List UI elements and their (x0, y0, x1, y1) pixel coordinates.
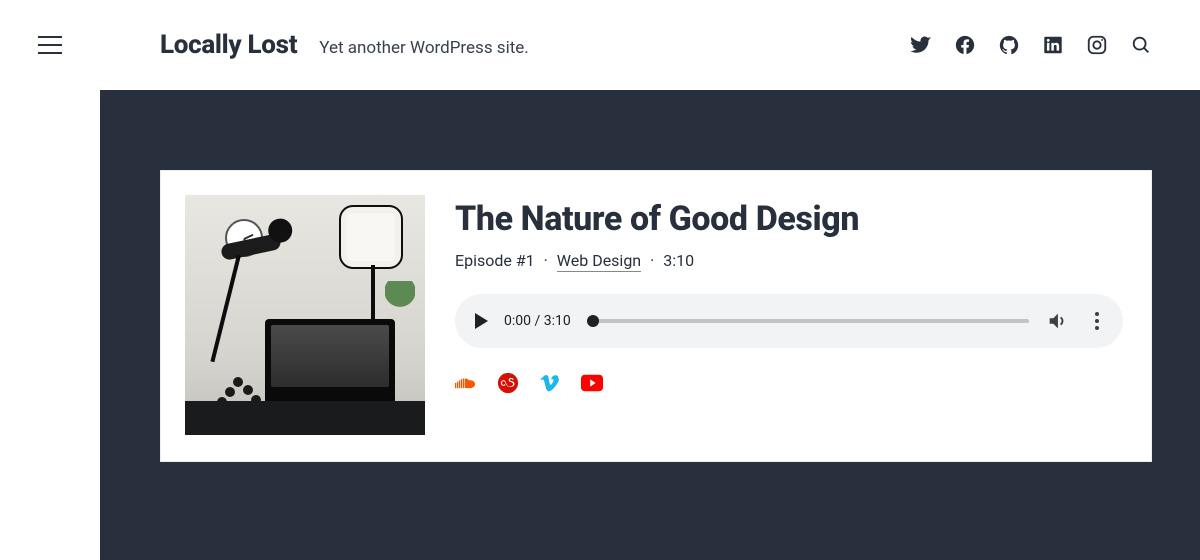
site-title[interactable]: Locally Lost (160, 30, 297, 60)
lastfm-link[interactable] (497, 372, 519, 394)
instagram-icon (1086, 34, 1108, 56)
facebook-link[interactable] (954, 34, 976, 56)
time-total: 3:10 (544, 313, 571, 329)
episode-meta: Episode #1 · Web Design · 3:10 (455, 251, 1123, 270)
episode-thumbnail (185, 195, 425, 435)
header-social (910, 34, 1152, 56)
volume-icon (1046, 310, 1068, 332)
facebook-icon (954, 34, 976, 56)
episode-title[interactable]: The Nature of Good Design (455, 199, 1123, 239)
hamburger-icon (38, 36, 62, 54)
linkedin-link[interactable] (1042, 34, 1064, 56)
play-button[interactable] (475, 313, 488, 329)
separator: · (539, 251, 553, 270)
instagram-link[interactable] (1086, 34, 1108, 56)
youtube-link[interactable] (581, 372, 603, 394)
youtube-icon (581, 374, 603, 392)
menu-button[interactable] (0, 0, 100, 90)
search-button[interactable] (1130, 34, 1152, 56)
separator: · (645, 251, 659, 270)
episode-card: The Nature of Good Design Episode #1 · W… (160, 170, 1152, 462)
twitter-icon (910, 34, 932, 56)
episode-content: The Nature of Good Design Episode #1 · W… (449, 171, 1151, 461)
github-icon (998, 34, 1020, 56)
seek-track[interactable] (587, 319, 1029, 323)
time-current: 0:00 (504, 313, 531, 329)
episode-share (455, 372, 1123, 394)
lastfm-icon (497, 372, 519, 394)
episode-category-link[interactable]: Web Design (557, 251, 641, 272)
brand: Locally Lost Yet another WordPress site. (160, 30, 529, 60)
github-link[interactable] (998, 34, 1020, 56)
volume-button[interactable] (1045, 309, 1069, 333)
episode-number: Episode #1 (455, 251, 535, 270)
search-icon (1130, 34, 1152, 56)
twitter-link[interactable] (910, 34, 932, 56)
player-more-button[interactable] (1085, 309, 1109, 333)
time-sep: / (531, 313, 544, 329)
linkedin-icon (1042, 34, 1064, 56)
site-tagline: Yet another WordPress site. (319, 38, 529, 58)
soundcloud-icon (455, 375, 477, 391)
episode-duration: 3:10 (663, 251, 694, 270)
vimeo-icon (539, 372, 561, 394)
vimeo-link[interactable] (539, 372, 561, 394)
audio-player[interactable]: 0:00 / 3:10 (455, 294, 1123, 348)
site-header: Locally Lost Yet another WordPress site. (0, 0, 1200, 90)
soundcloud-link[interactable] (455, 372, 477, 394)
player-time: 0:00 / 3:10 (504, 313, 571, 329)
